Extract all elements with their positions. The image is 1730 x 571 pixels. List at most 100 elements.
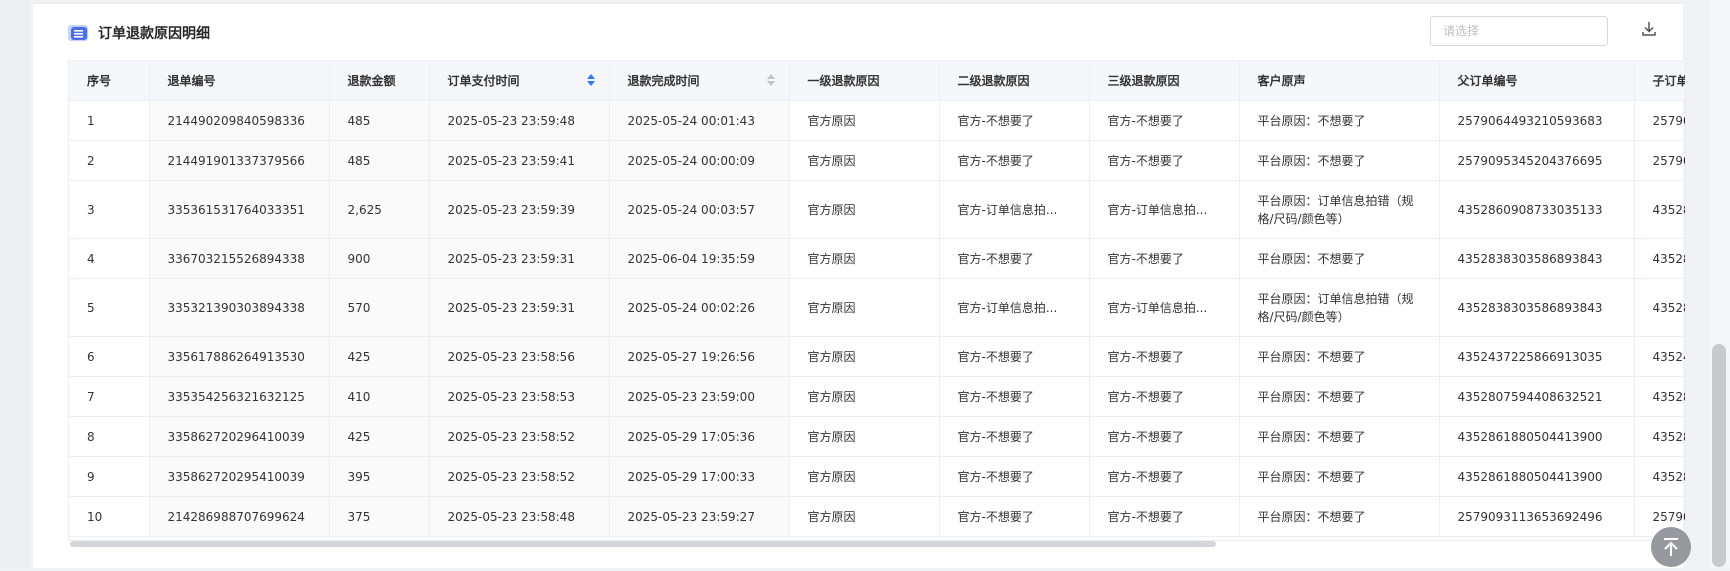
table-cell: 4352861880504413900: [1439, 456, 1635, 497]
column-header-label: 退款完成时间: [627, 74, 700, 88]
table-cell: 官方-订单信息拍...: [1089, 278, 1240, 337]
table-cell: 平台原因：不想要了: [1239, 336, 1440, 377]
table-cell: 官方-不想要了: [939, 456, 1090, 497]
table-cell: 7: [69, 376, 150, 417]
table-cell: 2025-05-23 23:59:48: [429, 100, 610, 141]
table-row[interactable]: 7 335354256321632125 410 2025-05-23 23:58:5…: [69, 376, 1685, 417]
table-cell: 395: [329, 456, 430, 497]
table-cell: 2025-05-23 23:59:31: [429, 278, 610, 337]
table-cell: 平台原因：不想要了: [1239, 100, 1440, 141]
table-row[interactable]: 2 214491901337379566 485 2025-05-23 23:59:4…: [69, 140, 1685, 181]
table-row[interactable]: 1 214490209840598336 485 2025-05-23 23:59:4…: [69, 100, 1685, 141]
column-header[interactable]: 退款金额: [329, 61, 430, 101]
table-cell: 2025-05-24 00:01:43: [609, 100, 790, 141]
table-cell: 4352437225: [1634, 336, 1685, 377]
table-row[interactable]: 9 335862720295410039 395 2025-05-23 23:58:5…: [69, 456, 1685, 497]
filter-select-placeholder: 请选择: [1443, 24, 1480, 38]
table-cell: 4352861880: [1634, 416, 1685, 457]
table-cell: 570: [329, 278, 430, 337]
table-cell: 官方-不想要了: [939, 496, 1090, 537]
table-cell: 2025-05-23 23:59:41: [429, 140, 610, 181]
table-cell: 平台原因：不想要了: [1239, 140, 1440, 181]
column-header[interactable]: 客户原声: [1239, 61, 1440, 101]
table-row[interactable]: 6 335617886264913530 425 2025-05-23 23:58:5…: [69, 336, 1685, 377]
table-cell: 425: [329, 416, 430, 457]
table-cell: 官方-不想要了: [1089, 456, 1240, 497]
back-to-top-button[interactable]: [1651, 527, 1691, 567]
column-header[interactable]: 二级退款原因: [939, 61, 1090, 101]
table-cell: 2025-05-23 23:58:53: [429, 376, 610, 417]
table-cell: 2579064493: [1634, 100, 1685, 141]
column-header[interactable]: 序号: [69, 61, 150, 101]
table-cell: 2579095345: [1634, 140, 1685, 181]
table-row[interactable]: 5 335321390303894338 570 2025-05-23 23:59:3…: [69, 278, 1685, 337]
table-cell: 375: [329, 496, 430, 537]
table-cell: 平台原因：不想要了: [1239, 238, 1440, 279]
table-cell: 214490209840598336: [149, 100, 330, 141]
column-header[interactable]: 子订单编号: [1634, 61, 1685, 101]
table-cell: 1: [69, 100, 150, 141]
table-cell: 2025-05-27 19:26:56: [609, 336, 790, 377]
table-cell: 4352437225866913035: [1439, 336, 1635, 377]
table-cell: 2025-05-23 23:58:52: [429, 456, 610, 497]
table-cell: 平台原因：不想要了: [1239, 416, 1440, 457]
table-cell: 335361531764033351: [149, 180, 330, 239]
table-cell: 4352860908: [1634, 180, 1685, 239]
table-cell: 2,625: [329, 180, 430, 239]
table-cell: 官方原因: [789, 416, 940, 457]
table-cell: 官方-不想要了: [939, 100, 1090, 141]
table-cell: 2579093113653692496: [1439, 496, 1635, 537]
column-header[interactable]: 退单编号: [149, 61, 330, 101]
table-row[interactable]: 4 336703215526894338 900 2025-05-23 23:59:3…: [69, 238, 1685, 279]
table-cell: 335862720295410039: [149, 456, 330, 497]
table-cell: 官方-不想要了: [1089, 100, 1240, 141]
table-row[interactable]: 10 214286988707699624 375 2025-05-23 23:58:…: [69, 496, 1685, 537]
column-header[interactable]: 一级退款原因: [789, 61, 940, 101]
table-row[interactable]: 8 335862720296410039 425 2025-05-23 23:58:5…: [69, 416, 1685, 457]
table-cell: 2025-05-29 17:00:33: [609, 456, 790, 497]
table-cell: 410: [329, 376, 430, 417]
table-cell: 8: [69, 416, 150, 457]
table-cell: 官方-不想要了: [1089, 238, 1240, 279]
table-cell: 官方原因: [789, 180, 940, 239]
sort-icon[interactable]: [586, 74, 595, 88]
column-header-sortable[interactable]: 订单支付时间: [429, 61, 610, 101]
table-cell: 9: [69, 456, 150, 497]
table-cell: 2025-05-23 23:59:39: [429, 180, 610, 239]
table-cell: 2025-05-23 23:58:48: [429, 496, 610, 537]
card-header: 订单退款原因明细: [68, 20, 210, 46]
list-icon: [68, 25, 88, 41]
table-cell: 平台原因：不想要了: [1239, 456, 1440, 497]
filter-select[interactable]: 请选择: [1430, 16, 1608, 46]
download-icon[interactable]: [1640, 20, 1658, 38]
table-cell: 2025-05-23 23:58:56: [429, 336, 610, 377]
table-cell: 官方-不想要了: [939, 376, 1090, 417]
sort-icon[interactable]: [766, 74, 775, 88]
table-cell: 485: [329, 100, 430, 141]
column-header[interactable]: 父订单编号: [1439, 61, 1635, 101]
table-cell: 335354256321632125: [149, 376, 330, 417]
table-cell: 214491901337379566: [149, 140, 330, 181]
table-cell: 2025-05-23 23:59:00: [609, 376, 790, 417]
table-cell: 2025-05-29 17:05:36: [609, 416, 790, 457]
table-cell: 900: [329, 238, 430, 279]
table-cell: 10: [69, 496, 150, 537]
table-cell: 4352838303586893843: [1439, 238, 1635, 279]
column-header[interactable]: 三级退款原因: [1089, 61, 1240, 101]
table-cell: 2579064493210593683: [1439, 100, 1635, 141]
table-cell: 官方-不想要了: [1089, 140, 1240, 181]
table-cell: 官方原因: [789, 456, 940, 497]
table-cell: 官方-不想要了: [939, 140, 1090, 181]
vertical-scrollbar-thumb[interactable]: [1712, 344, 1726, 567]
column-header-sortable[interactable]: 退款完成时间: [609, 61, 790, 101]
table-cell: 2025-05-24 00:03:57: [609, 180, 790, 239]
horizontal-scrollbar[interactable]: [70, 541, 1216, 547]
table-cell: 2025-05-23 23:59:27: [609, 496, 790, 537]
column-header-label: 订单支付时间: [447, 74, 520, 88]
table-cell: 214286988707699624: [149, 496, 330, 537]
left-rail: [0, 0, 30, 567]
table-row[interactable]: 3 335361531764033351 2,625 2025-05-23 23:59…: [69, 180, 1685, 239]
arrow-up-icon: [1664, 538, 1678, 556]
table-cell: 2025-05-24 00:02:26: [609, 278, 790, 337]
table-cell: 官方原因: [789, 336, 940, 377]
